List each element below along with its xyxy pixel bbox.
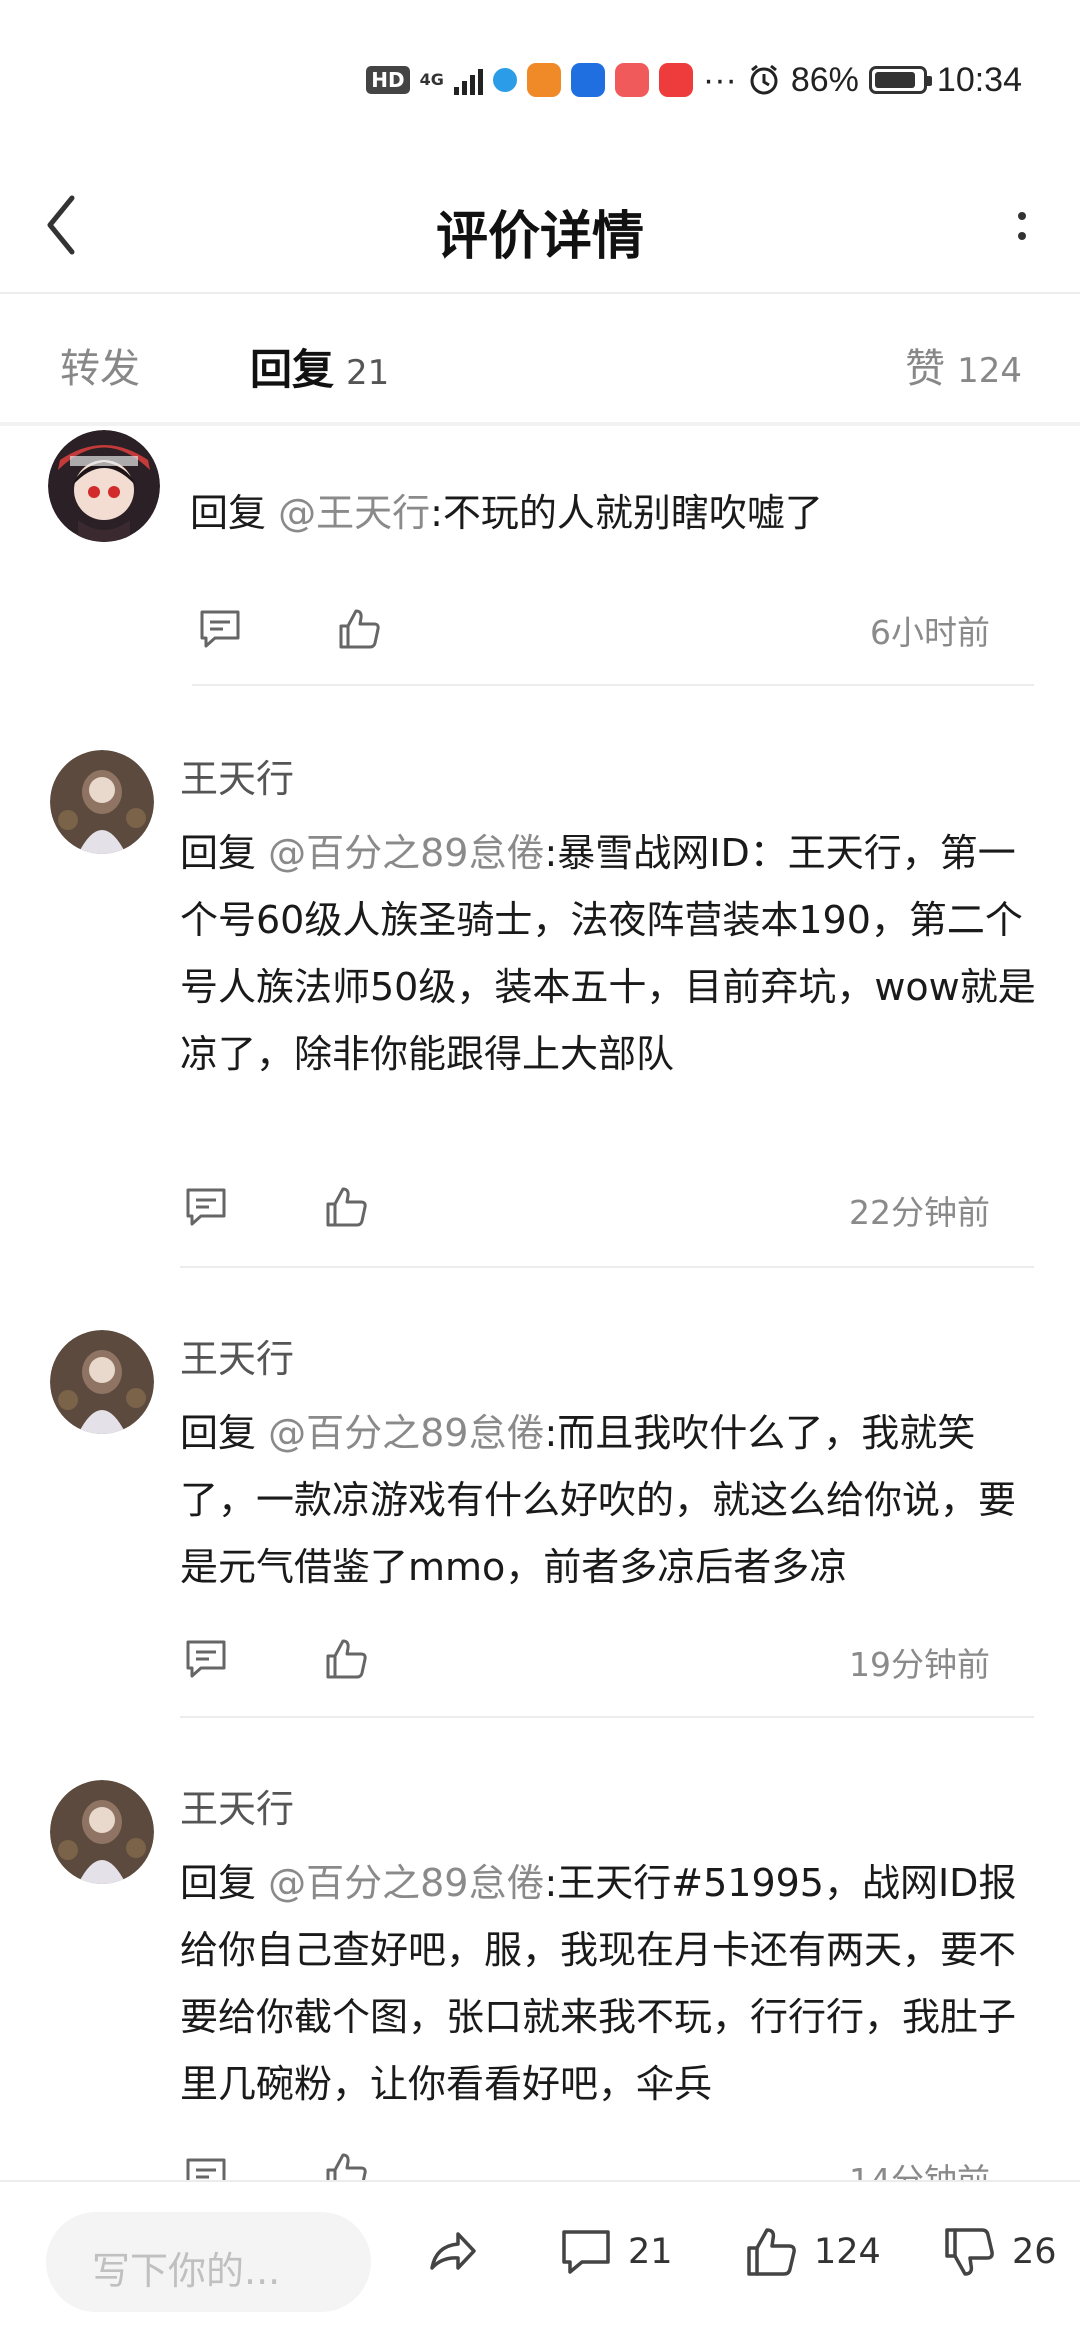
tab-likes[interactable]: 赞 124 [905,336,1022,394]
battery-percent: 86% [790,60,859,99]
avatar[interactable] [48,430,160,542]
reply-item: 王天行 回复 @百分之89怠倦:王天行#51995，战网ID报给你自己查好吧，服… [0,1760,1080,2180]
reply-item: 王天行 回复 @百分之89怠倦:暴雪战网ID：王天行，第一个号60级人族圣骑士，… [0,730,1080,1270]
dislike-count: 26 [1012,2232,1057,2272]
battery-icon [868,66,932,94]
reply-divider [192,684,1034,686]
reply-time: 14分钟前 [849,2154,990,2180]
thumbs-up-icon [339,609,380,649]
avatar[interactable] [50,750,154,854]
thumbs-up-icon [747,2228,796,2276]
reply-item: 王天行 回复 @百分之89怠倦:而且我吹什么了，我就笑了，一款凉游戏有什么好吹的… [0,1310,1080,1720]
tab-likes-label: 赞 [905,346,946,392]
like-button[interactable] [337,606,383,652]
thumbs-up-icon [326,2153,367,2180]
video-app-icon [526,63,561,97]
comment-icon [186,2158,226,2180]
tab-forward-label: 转发 [60,346,140,392]
comment-bubble-icon [562,2230,610,2274]
like-button[interactable] [324,2150,370,2180]
reply-body: :不玩的人就别瞎吹嘘了 [430,491,823,535]
tab-forward[interactable]: 转发 [60,336,140,394]
thumbs-down-icon [945,2228,994,2276]
status-bar: HD 4G ··· 86% 10:34 [0,0,1080,160]
like-button[interactable] [324,1636,370,1682]
comment-button[interactable] [183,2154,229,2180]
clock: 10:34 [936,60,1022,99]
comment-button[interactable] [183,1184,229,1230]
comments-button[interactable]: 21 [558,2222,673,2282]
tab-replies-label: 回复 [250,345,335,394]
tab-bar: 转发 回复 21 赞 124 [0,294,1080,422]
bottom-action-bar: 写下你的... 21 124 26 [0,2180,1080,2342]
mention-link[interactable]: @百分之89怠倦 [268,831,544,875]
header: 评价详情 [0,160,1080,292]
reply-prefix: 回复 [180,1411,269,1455]
like-button[interactable] [324,1184,370,1230]
alarm-icon [750,64,778,95]
reply-time: 19分钟前 [849,1645,990,1684]
reply-time: 22分钟前 [849,1193,990,1232]
comment-icon [200,610,240,648]
share-button[interactable] [424,2222,480,2282]
comment-icon [186,1188,226,1226]
portrait-avatar-image [50,1780,154,1884]
username[interactable]: 王天行 [180,1328,294,1383]
more-options-button[interactable] [994,188,1050,264]
reply-prefix: 回复 [190,491,279,535]
reply-divider [180,1716,1034,1718]
app-notification-icon [492,68,517,92]
reply-text: 回复 @百分之89怠倦:而且我吹什么了，我就笑了，一款凉游戏有什么好吹的，就这么… [180,1400,1040,1601]
tab-replies[interactable]: 回复 21 [250,336,389,397]
more-notifications: ··· [702,60,737,99]
thumbs-up-icon [326,1187,367,1227]
reply-item: 回复 @王天行:不玩的人就别瞎吹嘘了 6小时前 [0,426,1080,688]
signal-icon [453,65,483,95]
like-count: 124 [814,2232,881,2272]
reply-prefix: 回复 [180,831,269,875]
reply-prefix: 回复 [180,1861,269,1905]
hd-badge: HD [366,66,410,94]
reply-text: 回复 @王天行:不玩的人就别瞎吹嘘了 [190,480,1035,547]
tab-replies-count: 21 [346,353,390,393]
mention-link[interactable]: @百分之89怠倦 [268,1861,544,1905]
bulb-app-icon [570,63,605,97]
dislike-button[interactable]: 26 [942,2222,1057,2282]
huawei-app-icon [658,63,693,97]
username[interactable]: 王天行 [180,1778,294,1833]
reply-text: 回复 @百分之89怠倦:王天行#51995，战网ID报给你自己查好吧，服，我现在… [180,1850,1040,2118]
page-title: 评价详情 [435,207,644,267]
like-bottom-button[interactable]: 124 [744,2222,881,2282]
book-app-icon [614,63,649,97]
thumbs-up-icon [326,1639,367,1679]
reply-input-placeholder: 写下你的... [92,2249,281,2293]
mention-link[interactable]: @百分之89怠倦 [268,1411,544,1455]
avatar[interactable] [50,1780,154,1884]
portrait-avatar-image [50,1330,154,1434]
reply-text: 回复 @百分之89怠倦:暴雪战网ID：王天行，第一个号60级人族圣骑士，法夜阵营… [180,820,1040,1088]
comment-icon [186,1640,226,1678]
network-type: 4G [419,70,444,89]
share-arrow-icon [430,2232,476,2270]
comment-count: 21 [628,2232,673,2272]
anime-avatar-image [48,430,160,542]
avatar[interactable] [50,1330,154,1434]
reply-divider [180,1266,1034,1268]
portrait-avatar-image [50,750,154,854]
mention-link[interactable]: @王天行 [278,491,430,535]
reply-time: 6小时前 [870,613,990,652]
reply-input[interactable]: 写下你的... [46,2212,371,2312]
comment-button[interactable] [197,606,243,652]
comment-button[interactable] [183,1636,229,1682]
tab-likes-count: 124 [957,351,1022,391]
username[interactable]: 王天行 [180,748,294,803]
